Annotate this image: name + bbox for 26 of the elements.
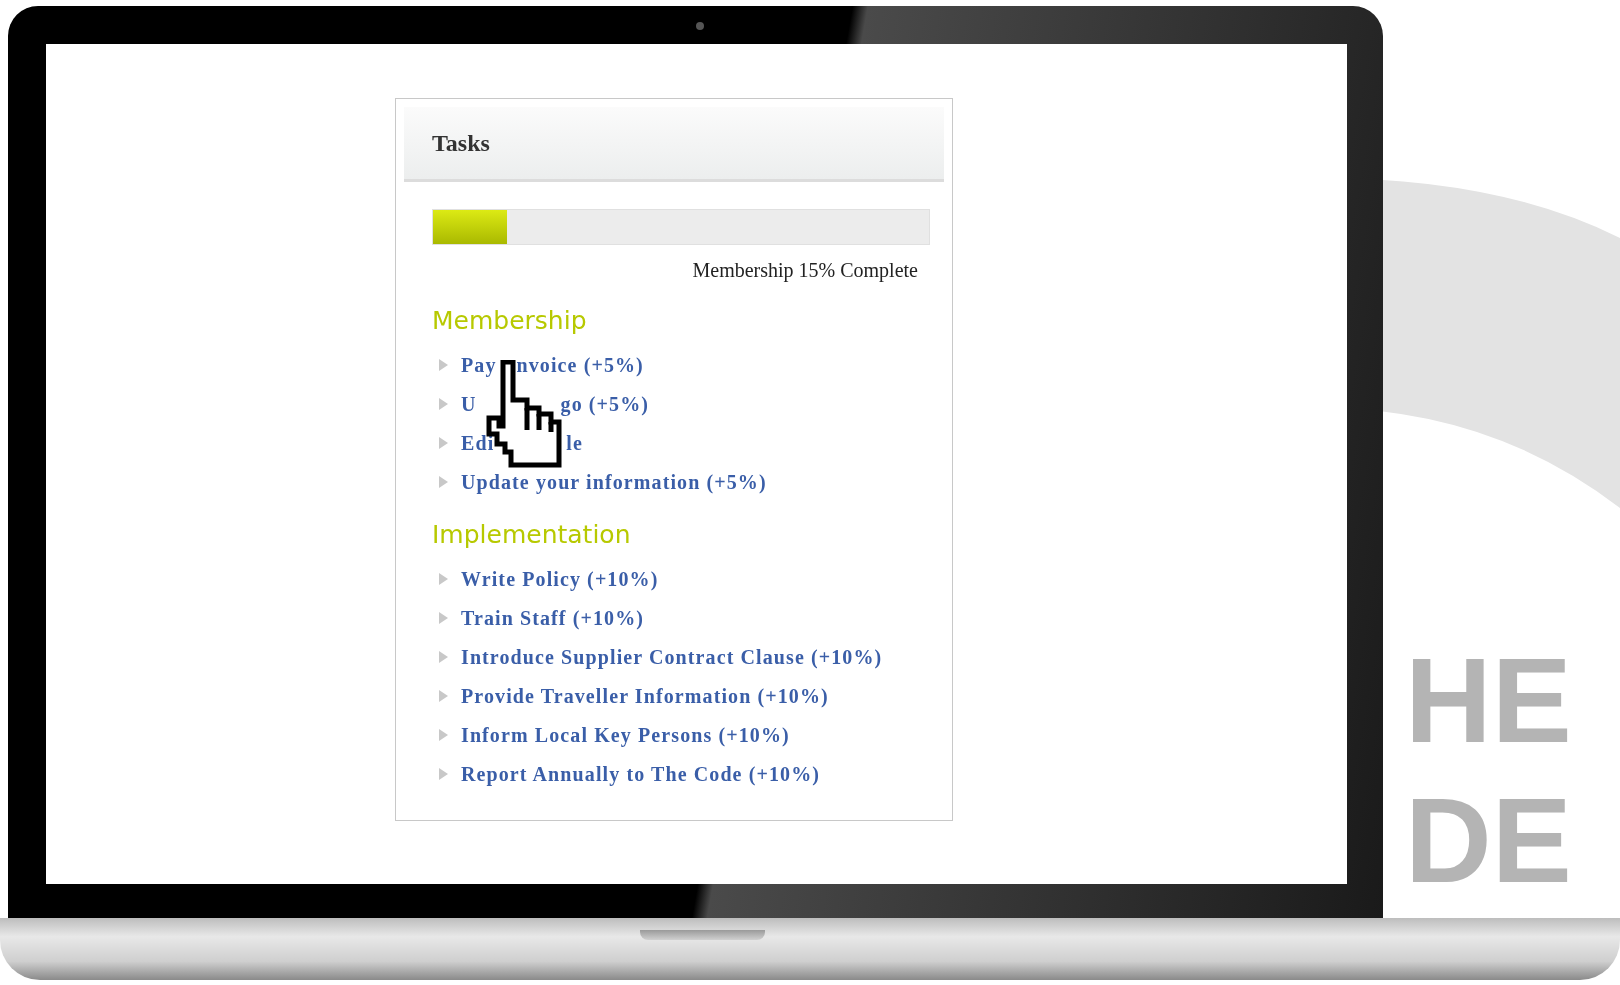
triangle-icon	[439, 729, 448, 741]
triangle-icon	[439, 768, 448, 780]
task-link[interactable]: Provide Traveller Information (+10%)	[461, 684, 829, 708]
task-link[interactable]: Write Policy (+10%)	[461, 567, 659, 591]
section-heading: Membership	[432, 306, 588, 335]
triangle-icon	[439, 359, 448, 371]
triangle-icon	[439, 573, 448, 585]
progress-caption: Membership 15% Complete	[692, 259, 918, 282]
background-logo-text: DE	[1405, 772, 1572, 909]
task-link[interactable]: Report Annually to The Code (+10%)	[461, 762, 820, 786]
background-logo-text: HE	[1405, 632, 1572, 769]
task-link[interactable]: Pay nvoice (+5%)	[461, 353, 644, 377]
task-link[interactable]: Update your information (+5%)	[461, 470, 767, 494]
camera-icon	[696, 22, 704, 30]
triangle-icon	[439, 476, 448, 488]
card-title: Tasks	[432, 129, 490, 157]
triangle-icon	[439, 651, 448, 663]
section-heading: Implementation	[432, 520, 632, 549]
triangle-icon	[439, 612, 448, 624]
task-link[interactable]: Train Staff (+10%)	[461, 606, 645, 630]
triangle-icon	[439, 398, 448, 410]
triangle-icon	[439, 690, 448, 702]
task-link[interactable]: Inform Local Key Persons (+10%)	[461, 723, 790, 747]
task-link[interactable]: U go (+5%)	[461, 392, 650, 416]
triangle-icon	[439, 437, 448, 449]
task-link[interactable]: Introduce Supplier Contract Clause (+10%)	[461, 645, 883, 669]
